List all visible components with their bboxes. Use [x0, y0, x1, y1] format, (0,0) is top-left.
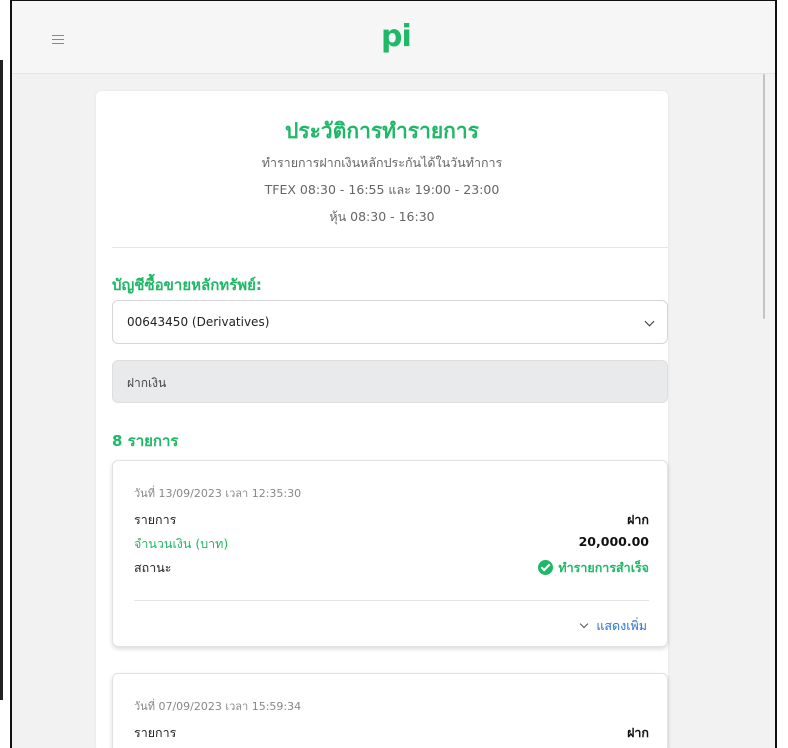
hamburger-menu-icon[interactable]: [52, 35, 64, 45]
account-select[interactable]: 00643450 (Derivatives): [112, 300, 668, 344]
amount-label: จำนวนเงิน (บาท): [134, 536, 229, 551]
transaction-card: วันที่ 13/09/2023 เวลา 12:35:30 รายการ ฝ…: [112, 460, 668, 647]
card-divider: [134, 600, 649, 601]
type-label: รายการ: [134, 725, 177, 740]
status-value: ทำรายการสำเร็จ: [558, 560, 649, 575]
subtitle-line-2: TFEX 08:30 - 16:55 และ 19:00 - 23:00: [264, 182, 500, 197]
transaction-type-field[interactable]: ฝากเงิน: [112, 360, 668, 403]
account-label: บัญชีซื้อขายหลักทรัพย์:: [112, 276, 262, 294]
check-circle-icon: [538, 560, 554, 575]
screen-frame: pi ประวัติการทำรายการ ทำรายการฝากเงินหลั…: [0, 0, 788, 748]
type-value: ฝาก: [627, 725, 649, 740]
type-value: ฝาก: [627, 512, 649, 527]
subtitle-line-1: ทำรายการฝากเงินหลักประกันได้ในวันทำการ: [261, 155, 503, 170]
type-label: รายการ: [134, 512, 177, 527]
show-more-label: แสดงเพิ่ม: [596, 618, 647, 633]
page-title: ประวัติการทำรายการ: [285, 119, 479, 143]
brand-logo[interactable]: pi: [381, 19, 412, 54]
amount-value: 20,000.00: [578, 534, 649, 549]
transaction-date: วันที่ 13/09/2023 เวลา 12:35:30: [134, 487, 302, 500]
transaction-date: วันที่ 07/09/2023 เวลา 15:59:34: [134, 700, 302, 713]
history-panel: ประวัติการทำรายการ ทำรายการฝากเงินหลักปร…: [96, 91, 668, 748]
left-edge: [0, 0, 10, 748]
app-window: pi ประวัติการทำรายการ ทำรายการฝากเงินหลั…: [12, 1, 775, 748]
transaction-card: วันที่ 07/09/2023 เวลา 15:59:34 รายการ ฝ…: [112, 673, 668, 748]
top-bar: pi: [12, 1, 775, 74]
scrollbar-thumb[interactable]: [763, 74, 765, 319]
account-select-value: 00643450 (Derivatives): [127, 315, 270, 329]
frame-border-right: [775, 0, 777, 748]
result-count: 8 รายการ: [112, 432, 179, 450]
chevron-down-icon: [580, 619, 589, 629]
transaction-status-row: สถานะ ทำรายการสำเร็จ: [134, 558, 649, 576]
show-more-link[interactable]: แสดงเพิ่ม: [580, 616, 647, 636]
transaction-type-row: รายการ ฝาก: [134, 510, 649, 528]
chevron-down-icon: [644, 316, 655, 327]
section-divider: [112, 247, 668, 248]
transaction-type-value: ฝากเงิน: [127, 376, 167, 390]
subtitle-line-3: หุ้น 08:30 - 16:30: [329, 209, 435, 224]
transaction-type-row: รายการ ฝาก: [134, 723, 649, 741]
status-badge: ทำรายการสำเร็จ: [538, 558, 649, 578]
transaction-amount-row: จำนวนเงิน (บาท) 20,000.00: [134, 534, 649, 552]
status-label: สถานะ: [134, 560, 172, 575]
